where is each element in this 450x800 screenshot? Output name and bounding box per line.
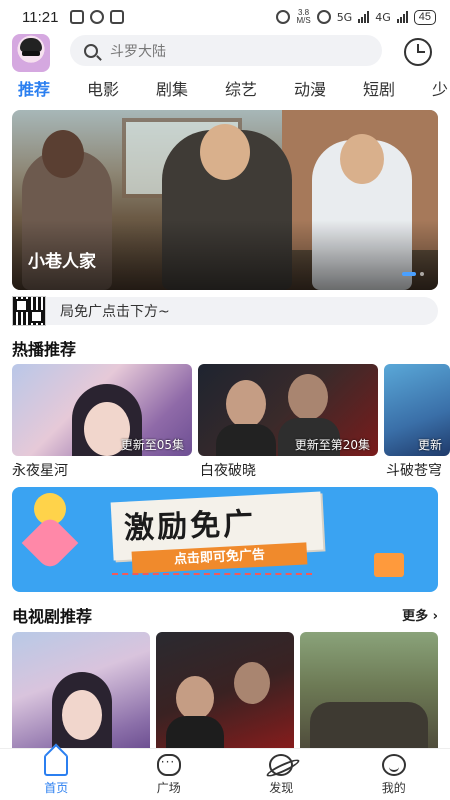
hot-card-3-title[interactable]: 斗破苍穹 [386,460,442,480]
tv-poster-2[interactable] [156,632,294,752]
signal-5g-label: 5G [336,10,353,24]
hot-card-1-badge: 更新至05集 [120,438,184,452]
avatar[interactable] [12,34,50,72]
nav-me[interactable]: 我的 [338,749,450,800]
signal-4g-label: 4G [375,10,391,24]
tab-recommend[interactable]: 推荐 [0,76,69,106]
hot-card-1-title[interactable]: 永夜星河 [12,460,68,480]
nfc-icon [70,10,85,24]
status-time: 11:21 [22,8,59,26]
banner-pager [402,272,424,276]
bluetooth-icon [90,10,105,24]
hot-card-3[interactable]: 更新 [384,364,450,456]
notice-bar[interactable]: 局免广点击下方~ [12,296,438,326]
search-icon [84,43,98,58]
nav-square[interactable]: 广场 [113,749,226,800]
tv-poster-3[interactable] [300,632,438,752]
notice-text: 局免广点击下方~ [60,304,170,320]
chat-icon [156,753,181,776]
battery-icon: 45 [413,9,436,25]
tab-variety[interactable]: 综艺 [207,76,276,106]
status-right-icons: 3.8 M/S 5G 4G 45 [276,9,436,25]
pager-dot-active [402,272,416,276]
tv-section-title: 电视剧推荐 [12,607,93,626]
tab-short-drama[interactable]: 短剧 [345,76,414,106]
home-icon [44,753,69,776]
category-tabs: 推荐 电影 剧集 综艺 动漫 短剧 少 [0,76,450,106]
hot-card-2-title[interactable]: 白夜破晓 [200,460,256,480]
gift-icon [374,553,404,577]
ad-free-banner[interactable]: 激励免广 点击即可免广告 [12,487,438,592]
mute-icon [276,10,291,24]
bottom-nav: 首页 广场 发现 我的 [0,748,450,800]
hot-card-2-badge: 更新至第20集 [294,438,370,452]
hot-card-2[interactable]: 更新至第20集 [198,364,378,456]
status-bar: 11:21 3.8 M/S 5G 4G 45 [0,0,450,34]
hot-section-title: 热播推荐 [12,340,77,359]
nav-home-label: 首页 [44,780,69,795]
search-placeholder: 斗罗大陆 [110,43,166,60]
tab-anime[interactable]: 动漫 [276,76,345,106]
banner-title: 小巷人家 [28,252,96,272]
net-speed-unit: M/S [296,16,311,25]
smile-icon [381,753,406,776]
top-bar: 斗罗大陆 [0,34,450,74]
ad-wave-decoration [112,573,312,579]
tab-series[interactable]: 剧集 [138,76,207,106]
pager-dot [420,272,424,276]
hero-banner[interactable]: 小巷人家 [12,110,438,290]
tv-poster-1[interactable] [12,632,150,752]
nav-discover[interactable]: 发现 [225,749,338,800]
status-left-icons [70,10,125,24]
history-clock-icon[interactable] [404,38,432,66]
signal-bars-icon [358,11,370,23]
search-bar[interactable]: 斗罗大陆 [70,35,382,66]
planet-icon [269,753,294,776]
qr-code-icon [12,296,46,326]
tab-movie[interactable]: 电影 [69,76,138,106]
heart-icon [21,514,79,572]
nav-square-label: 广场 [156,780,181,795]
wifi-icon [316,10,331,24]
vpn-icon [110,10,125,24]
hot-card-1[interactable]: 更新至05集 [12,364,192,456]
ad-headline: 激励免广 [123,506,257,547]
tab-kids[interactable]: 少 [414,76,450,106]
hot-card-3-badge: 更新 [417,438,442,452]
nav-me-label: 我的 [381,780,406,795]
nav-discover-label: 发现 [269,780,294,795]
net-speed: 3.8 M/S [296,9,310,25]
tv-more-link[interactable]: 更多 › [402,605,438,624]
signal-bars-2-icon [396,11,408,23]
nav-home[interactable]: 首页 [0,749,113,800]
